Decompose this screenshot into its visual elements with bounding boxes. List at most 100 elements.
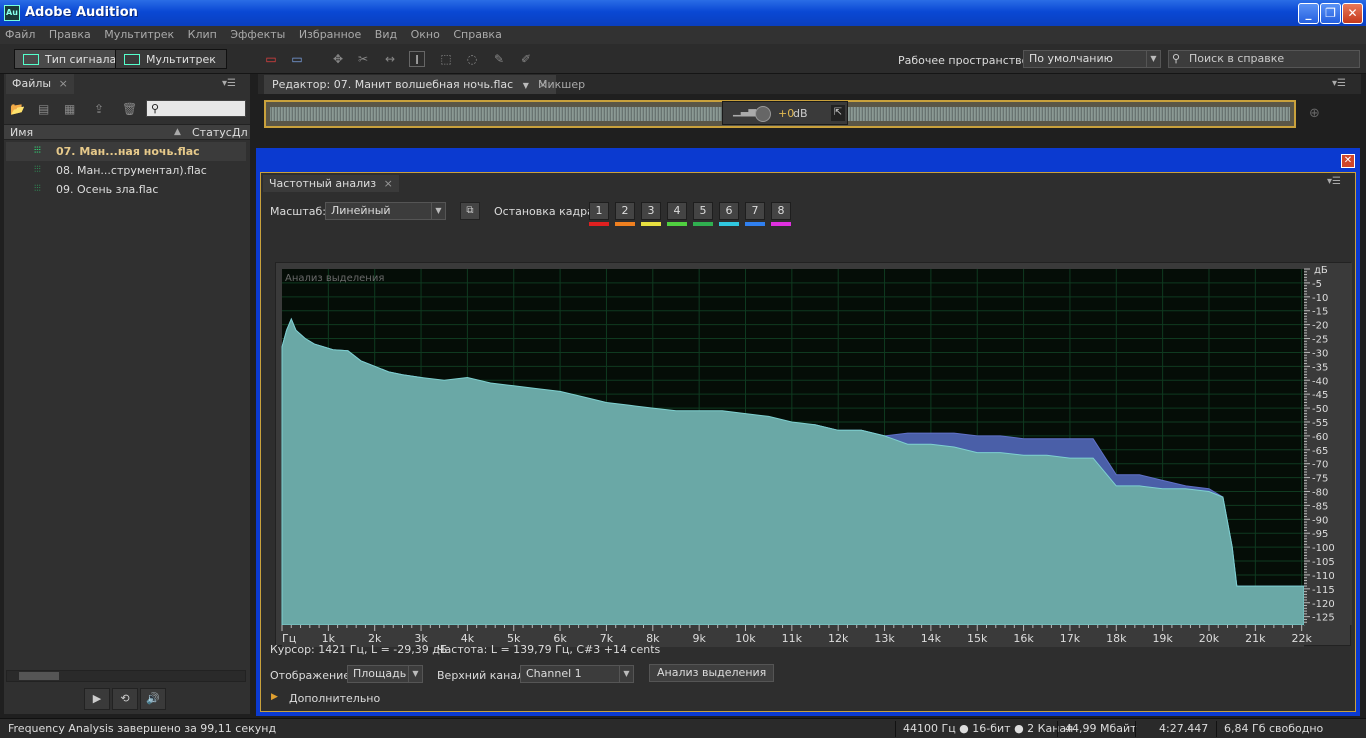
razor-tool-icon[interactable]: ✂ (355, 51, 371, 67)
y-tick-label: -20 (1312, 321, 1328, 332)
file-item-07[interactable]: ⫶⫶⫶ 07. Ман...ная ночь.flac (6, 142, 246, 161)
menu-favorites[interactable]: Избранное (294, 26, 366, 43)
autoplay-button[interactable]: 🔊 (140, 688, 166, 710)
file-duration: 4:27.447 (1159, 722, 1209, 735)
y-tick-label: -15 (1312, 307, 1328, 318)
chevron-down-icon[interactable]: ▼ (523, 81, 529, 90)
marquee-tool-icon[interactable]: ⬚ (438, 51, 454, 67)
close-icon[interactable]: ✕ (1341, 154, 1355, 168)
files-table-header: Имя ▲ Статус Дл (4, 124, 250, 140)
search-icon: ⚲ (1172, 52, 1181, 65)
channel-select[interactable]: Channel 1 ▼ (520, 665, 634, 683)
panel-menu-icon[interactable]: ▾☰ (1332, 78, 1346, 89)
menu-effects[interactable]: Эффекты (225, 26, 290, 43)
menu-window[interactable]: Окно (406, 26, 445, 43)
file-item-label: 08. Ман...струментал).flac (56, 164, 207, 177)
multitrack-icon (124, 54, 140, 65)
status-message: Frequency Analysis завершено за 99,11 се… (8, 722, 277, 735)
tab-editor[interactable]: Редактор: 07. Манит волшебная ночь.flac … (264, 75, 556, 94)
freeze-frame-button-3[interactable]: 3 (641, 202, 661, 220)
lasso-tool-icon[interactable]: ◌ (464, 51, 480, 67)
volume-unit: dB (793, 107, 808, 120)
file-item-label: 09. Осень зла.flac (56, 183, 159, 196)
time-selection-tool-icon[interactable]: I (409, 51, 425, 67)
advanced-toggle[interactable]: Дополнительно (289, 692, 380, 705)
volume-knob[interactable] (755, 106, 771, 122)
play-button[interactable]: ▶ (84, 688, 110, 710)
files-search-input[interactable]: ⚲ (146, 100, 246, 117)
x-tick-label: 14k (921, 632, 942, 645)
display-label: Отображение: (270, 669, 354, 682)
import-file-icon[interactable]: ▤ (38, 102, 54, 116)
freeze-frame-button-7[interactable]: 7 (745, 202, 765, 220)
menu-edit[interactable]: Правка (44, 26, 96, 43)
panel-menu-icon[interactable]: ▾☰ (222, 78, 236, 89)
frequency-plot[interactable]: Анализ выделения Гц 1k 2k 3k 4k 5k 6k 7k 8k 9k 10k 1… (275, 262, 1352, 647)
panel-menu-icon[interactable]: ▾☰ (1327, 176, 1341, 187)
spectral-pitch-icon[interactable]: ▭ (289, 51, 305, 67)
freeze-frame-button-2[interactable]: 2 (615, 202, 635, 220)
open-file-icon[interactable]: 📂 (10, 102, 26, 116)
scale-select[interactable]: Линейный ▼ (325, 202, 446, 220)
tab-frequency-analysis[interactable]: Частотный анализ × (263, 175, 399, 192)
column-name[interactable]: Имя (10, 126, 33, 139)
close-icon[interactable]: × (384, 177, 393, 190)
volume-hud[interactable]: ▁▃▅ +0 dB ⇱ (722, 101, 848, 125)
display-select[interactable]: Площадь ▼ (347, 665, 423, 683)
multitrack-view-button[interactable]: Мультитрек (115, 49, 227, 69)
freeze-frame-button-4[interactable]: 4 (667, 202, 687, 220)
spectral-frequency-icon[interactable]: ▭ (263, 51, 279, 67)
healing-tool-icon[interactable]: ✐ (518, 51, 534, 67)
export-icon[interactable]: ⇪ (94, 102, 110, 116)
tab-files[interactable]: Файлы × (6, 74, 74, 94)
column-duration[interactable]: Дл (232, 126, 248, 139)
file-item-09[interactable]: ⫶⫶⫶ 09. Осень зла.flac (6, 180, 246, 199)
x-tick-label: 22k (1291, 632, 1312, 645)
freeze-frame-button-6[interactable]: 6 (719, 202, 739, 220)
freeze-frame-button-1[interactable]: 1 (589, 202, 609, 220)
minimize-button[interactable]: _ (1298, 3, 1319, 24)
insert-into-multitrack-icon[interactable]: ▦ (64, 102, 80, 116)
brush-tool-icon[interactable]: ✎ (491, 51, 507, 67)
status-separator (1135, 721, 1136, 737)
analyze-selection-button[interactable]: Анализ выделения (649, 664, 775, 682)
pin-icon[interactable]: ⇱ (831, 105, 845, 121)
menu-multitrack[interactable]: Мультитрек (99, 26, 179, 43)
files-horizontal-scrollbar[interactable] (6, 670, 246, 682)
tab-mixer[interactable]: Микшер (530, 75, 593, 94)
y-tick-label: -30 (1312, 348, 1328, 359)
status-separator (1057, 721, 1058, 737)
disclosure-triangle-icon[interactable]: ▶ (271, 692, 278, 702)
freeze-frame-color-2 (615, 222, 635, 226)
scrollbar-thumb[interactable] (19, 672, 59, 680)
freeze-frame-button-8[interactable]: 8 (771, 202, 791, 220)
close-icon[interactable]: × (59, 77, 68, 90)
menu-view[interactable]: Вид (370, 26, 402, 43)
waveform-view-button[interactable]: Тип сигнала (14, 49, 128, 69)
y-tick-label: -125 (1312, 613, 1335, 624)
maximize-button[interactable]: ❐ (1320, 3, 1341, 24)
loop-button[interactable]: ⟲ (112, 688, 138, 710)
plot-caption: Анализ выделения (285, 273, 384, 284)
volume-value[interactable]: +0 (778, 107, 794, 120)
files-panel: Файлы × ▾☰ 📂 ▤ ▦ ⇪ 🗑 ⚲ Имя ▲ Статус Дл ⫶… (4, 74, 250, 714)
sort-ascending-icon[interactable]: ▲ (174, 127, 181, 137)
workspace-select[interactable]: По умолчанию ▼ (1023, 50, 1161, 68)
zoom-icon[interactable]: ⊕ (1309, 106, 1320, 121)
move-tool-icon[interactable]: ✥ (330, 51, 346, 67)
help-search-input[interactable]: ⚲ Поиск в справке (1168, 50, 1360, 68)
menu-help[interactable]: Справка (448, 26, 506, 43)
channel-value: Channel 1 (526, 667, 582, 680)
close-button[interactable]: ✕ (1342, 3, 1363, 24)
freeze-frame-button-5[interactable]: 5 (693, 202, 713, 220)
menu-file[interactable]: Файл (0, 26, 40, 43)
file-item-08[interactable]: ⫶⫶⫶ 08. Ман...струментал).flac (6, 161, 246, 180)
column-status[interactable]: Статус (192, 126, 232, 139)
slip-tool-icon[interactable]: ↔ (382, 51, 398, 67)
copy-text-button[interactable]: ⧉ (460, 202, 480, 220)
scale-label: Масштаб: (270, 205, 326, 218)
y-tick-label: -35 (1312, 362, 1328, 373)
frequency-plot-svg: Анализ выделенияГц 1k 2k 3k 4k 5k 6k 7k 8k 9k 10k 1… (281, 263, 1352, 647)
menu-clip[interactable]: Клип (183, 26, 222, 43)
trash-icon[interactable]: 🗑 (122, 102, 138, 116)
